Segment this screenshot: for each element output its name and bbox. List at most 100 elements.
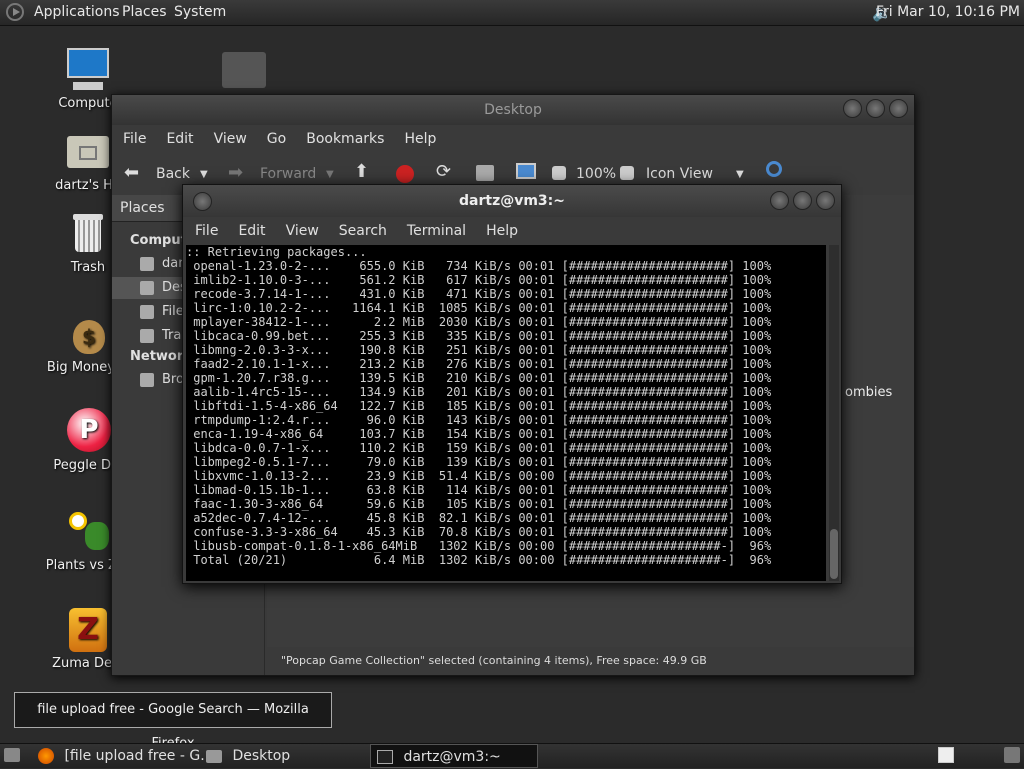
menu-search[interactable]: Search: [329, 217, 397, 245]
terminal-line: Total (20/21) 6.4 MiB 1302 KiB/s 00:00 […: [186, 553, 772, 567]
system-menu[interactable]: System: [174, 4, 226, 20]
taskbar-item-terminal[interactable]: dartz@vm3:~: [370, 744, 538, 768]
close-button[interactable]: [816, 191, 835, 210]
taskbar-item-label: [file upload free - G...: [64, 748, 214, 764]
terminal-line: recode-3.7.14-1-... 431.0 KiB 471 KiB/s …: [186, 287, 772, 301]
network-icon: [140, 373, 154, 387]
zoom-out-icon[interactable]: [552, 166, 566, 180]
minimize-button[interactable]: [843, 99, 862, 118]
terminal-line: openal-1.23.0-2-... 655.0 KiB 734 KiB/s …: [186, 259, 772, 273]
taskbar-item-desktop[interactable]: Desktop: [206, 744, 290, 768]
minimize-button[interactable]: [770, 191, 789, 210]
terminal-line: libcaca-0.99.bet... 255.3 KiB 335 KiB/s …: [186, 329, 772, 343]
menu-edit[interactable]: Edit: [228, 217, 275, 245]
terminal-line: libdca-0.0.7-1-x... 110.2 KiB 159 KiB/s …: [186, 441, 772, 455]
zoom-in-icon[interactable]: [620, 166, 634, 180]
top-panel: Applications Places System 🔉 Fri Mar 10,…: [0, 0, 1024, 26]
back-arrow-icon[interactable]: ⬅: [124, 162, 139, 183]
plants-vs-zombies-icon: [65, 508, 111, 554]
terminal-line: lirc-1:0.10.2-2-... 1164.1 KiB 1085 KiB/…: [186, 301, 772, 315]
back-dropdown-icon[interactable]: ▼: [200, 169, 208, 180]
back-button[interactable]: Back: [156, 166, 190, 182]
terminal-line: aalib-1.4rc5-15-... 134.9 KiB 201 KiB/s …: [186, 385, 772, 399]
desktop-icon: [140, 281, 154, 295]
maximize-button[interactable]: [866, 99, 885, 118]
terminal-line: confuse-3.3-3-x86_64 45.3 KiB 70.8 KiB/s…: [186, 525, 772, 539]
file-item-label[interactable]: ombies: [845, 385, 892, 400]
sidebar-item-filesystem[interactable]: File: [162, 304, 184, 319]
home-icon: [140, 257, 154, 271]
zoom-level: 100%: [576, 166, 617, 182]
peggle-icon: P: [65, 408, 111, 454]
terminal-window: dartz@vm3:~ File Edit View Search Terminal He…: [182, 184, 842, 584]
menu-view[interactable]: View: [204, 125, 257, 153]
terminal-line: a52dec-0.7.4-12-... 45.8 KiB 82.1 KiB/s …: [186, 511, 772, 525]
trash-icon: [140, 329, 154, 343]
home-folder-icon: [65, 128, 111, 174]
status-bar: "Popcap Game Collection" selected (conta…: [281, 654, 707, 667]
sidebar-item-home[interactable]: dar: [162, 256, 184, 271]
sidebar-item-browse-network[interactable]: Bro: [162, 372, 184, 387]
forward-button[interactable]: Forward: [260, 166, 316, 182]
menu-edit[interactable]: Edit: [156, 125, 203, 153]
terminal-line: faad2-2.10.1-1-x... 213.2 KiB 276 KiB/s …: [186, 357, 772, 371]
terminal-line: libmng-2.0.3-3-x... 190.8 KiB 251 KiB/s …: [186, 343, 772, 357]
menu-help[interactable]: Help: [476, 217, 528, 245]
terminal-icon: [377, 750, 393, 764]
forward-dropdown-icon[interactable]: ▼: [326, 169, 334, 180]
trash-icon: [65, 210, 111, 256]
forward-arrow-icon[interactable]: ➡: [228, 162, 243, 183]
computer-icon[interactable]: [516, 163, 536, 179]
clock[interactable]: Fri Mar 10, 10:16 PM: [876, 4, 1020, 20]
trash-applet-icon[interactable]: [1004, 747, 1020, 763]
zuma-icon: Z: [65, 606, 111, 652]
terminal-line: libftdi-1.5-4-x86_64 122.7 KiB 185 KiB/s…: [186, 399, 772, 413]
stop-icon[interactable]: [396, 165, 414, 183]
terminal-line: libusb-compat-0.1.8-1-x86_64MiB 1302 KiB…: [186, 539, 772, 553]
maximize-button[interactable]: [793, 191, 812, 210]
menubar: File Edit View Search Terminal Help: [183, 217, 841, 245]
taskbar-item-label: dartz@vm3:~: [403, 749, 501, 765]
terminal-line: libmad-0.15.1b-1... 63.8 KiB 114 KiB/s 0…: [186, 483, 772, 497]
close-button[interactable]: [889, 99, 908, 118]
home-icon[interactable]: [476, 165, 494, 181]
chevron-down-icon[interactable]: ▼: [736, 169, 744, 180]
window-menu-button[interactable]: [193, 192, 212, 211]
scrollbar-thumb[interactable]: [830, 529, 838, 579]
menu-go[interactable]: Go: [257, 125, 296, 153]
filesystem-icon: [140, 305, 154, 319]
menu-file[interactable]: File: [113, 125, 156, 153]
menubar: File Edit View Go Bookmarks Help: [112, 125, 914, 153]
reload-icon[interactable]: ⟳: [436, 161, 451, 182]
bottom-panel: [file upload free - G... Desktop dartz@v…: [0, 743, 1024, 768]
terminal-line: faac-1.30-3-x86_64 59.6 KiB 105 KiB/s 00…: [186, 497, 772, 511]
gnome-foot-icon[interactable]: [6, 3, 24, 21]
menu-file[interactable]: File: [185, 217, 228, 245]
menu-terminal[interactable]: Terminal: [397, 217, 476, 245]
terminal-line: imlib2-1.10.0-3-... 561.2 KiB 617 KiB/s …: [186, 273, 772, 287]
search-icon[interactable]: [766, 161, 782, 177]
up-arrow-icon[interactable]: ⬆: [354, 161, 369, 182]
places-menu[interactable]: Places: [122, 4, 167, 20]
menu-help[interactable]: Help: [394, 125, 446, 153]
sidebar-item-trash[interactable]: Tra: [162, 328, 181, 343]
desktop-folder-icon[interactable]: [222, 52, 266, 88]
money-bag-icon: $: [65, 310, 111, 356]
terminal-line: mplayer-38412-1-... 2.2 MiB 2030 KiB/s 0…: [186, 315, 772, 329]
applications-menu[interactable]: Applications: [34, 4, 120, 20]
terminal-line: enca-1.19-4-x86_64 103.7 KiB 154 KiB/s 0…: [186, 427, 772, 441]
menu-view[interactable]: View: [276, 217, 329, 245]
terminal-line: gpm-1.20.7.r38.g... 139.5 KiB 210 KiB/s …: [186, 371, 772, 385]
show-desktop-icon[interactable]: [4, 748, 20, 762]
terminal-line: :: Retrieving packages...: [186, 245, 367, 259]
view-mode-select[interactable]: Icon View: [646, 166, 713, 182]
taskbar-item-firefox[interactable]: [file upload free - G...: [38, 744, 214, 768]
terminal-output[interactable]: :: Retrieving packages... openal-1.23.0-…: [186, 245, 826, 581]
taskbar-item-label: Desktop: [232, 748, 291, 764]
terminal-line: rtmpdump-1:2.4.r... 96.0 KiB 143 KiB/s 0…: [186, 413, 772, 427]
terminal-scrollbar[interactable]: [829, 245, 839, 581]
workspace-switcher-icon[interactable]: [938, 747, 954, 763]
menu-bookmarks[interactable]: Bookmarks: [296, 125, 394, 153]
window-title[interactable]: dartz@vm3:~: [183, 185, 841, 217]
window-title[interactable]: Desktop: [112, 95, 914, 125]
